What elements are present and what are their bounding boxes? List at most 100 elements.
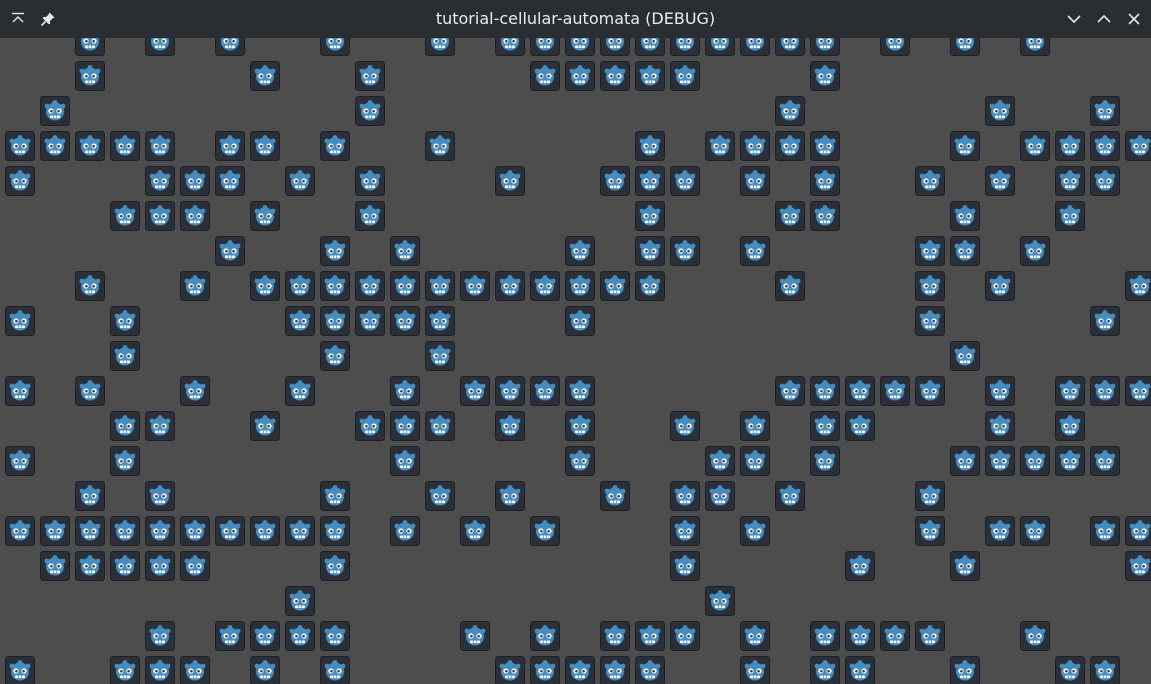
godot-logo-icon xyxy=(320,38,350,56)
godot-logo-icon xyxy=(775,131,805,161)
godot-logo-icon xyxy=(915,166,945,196)
godot-logo-icon xyxy=(670,411,700,441)
godot-logo-icon xyxy=(810,166,840,196)
godot-logo-icon xyxy=(285,271,315,301)
godot-logo-icon xyxy=(425,411,455,441)
godot-logo-icon xyxy=(565,446,595,476)
godot-logo-icon xyxy=(950,201,980,231)
godot-logo-icon xyxy=(705,446,735,476)
godot-logo-icon xyxy=(845,551,875,581)
chevron-down-icon xyxy=(1066,11,1082,27)
godot-logo-icon xyxy=(1090,446,1120,476)
godot-logo-icon xyxy=(495,166,525,196)
godot-logo-icon xyxy=(1125,271,1151,301)
godot-logo-icon xyxy=(600,271,630,301)
godot-logo-icon xyxy=(880,376,910,406)
godot-logo-icon xyxy=(810,38,840,56)
godot-logo-icon xyxy=(810,411,840,441)
godot-logo-icon xyxy=(950,446,980,476)
godot-logo-icon xyxy=(845,621,875,651)
godot-logo-icon xyxy=(915,516,945,546)
godot-logo-icon xyxy=(600,38,630,56)
godot-logo-icon xyxy=(565,656,595,684)
godot-logo-icon xyxy=(740,236,770,266)
godot-logo-icon xyxy=(425,306,455,336)
godot-logo-icon xyxy=(950,38,980,56)
godot-logo-icon xyxy=(600,481,630,511)
maximize-button[interactable] xyxy=(1089,4,1119,34)
godot-logo-icon xyxy=(635,38,665,56)
godot-logo-icon xyxy=(565,271,595,301)
godot-logo-icon xyxy=(530,656,560,684)
godot-logo-icon xyxy=(1090,131,1120,161)
godot-logo-icon xyxy=(75,481,105,511)
godot-logo-icon xyxy=(145,131,175,161)
godot-logo-icon xyxy=(1125,551,1151,581)
godot-logo-icon xyxy=(845,376,875,406)
godot-logo-icon xyxy=(915,306,945,336)
godot-logo-icon xyxy=(985,446,1015,476)
godot-logo-icon xyxy=(75,131,105,161)
godot-logo-icon xyxy=(1090,96,1120,126)
godot-logo-icon xyxy=(705,586,735,616)
godot-logo-icon xyxy=(565,411,595,441)
close-icon xyxy=(1126,11,1142,27)
godot-logo-icon xyxy=(110,131,140,161)
godot-logo-icon xyxy=(145,201,175,231)
godot-logo-icon xyxy=(110,516,140,546)
godot-logo-icon xyxy=(355,271,385,301)
godot-logo-icon xyxy=(705,481,735,511)
window-title: tutorial-cellular-automata (DEBUG) xyxy=(435,9,716,28)
godot-logo-icon xyxy=(670,166,700,196)
minimize-button[interactable] xyxy=(1059,4,1089,34)
close-button[interactable] xyxy=(1119,4,1149,34)
godot-logo-icon xyxy=(320,656,350,684)
godot-logo-icon xyxy=(670,236,700,266)
godot-logo-icon xyxy=(1055,656,1085,684)
godot-logo-icon xyxy=(460,621,490,651)
godot-logo-icon xyxy=(390,376,420,406)
godot-logo-icon xyxy=(915,236,945,266)
godot-logo-icon xyxy=(215,236,245,266)
godot-logo-icon xyxy=(530,271,560,301)
godot-logo-icon xyxy=(145,38,175,56)
godot-logo-icon xyxy=(810,376,840,406)
godot-logo-icon xyxy=(215,516,245,546)
godot-logo-icon xyxy=(180,271,210,301)
godot-logo-icon xyxy=(1055,131,1085,161)
godot-logo-icon xyxy=(285,166,315,196)
godot-logo-icon xyxy=(145,621,175,651)
godot-logo-icon xyxy=(250,621,280,651)
godot-logo-icon xyxy=(635,271,665,301)
godot-logo-icon xyxy=(775,271,805,301)
godot-logo-icon xyxy=(670,551,700,581)
window-titlebar[interactable]: tutorial-cellular-automata (DEBUG) xyxy=(0,0,1151,38)
godot-logo-icon xyxy=(810,131,840,161)
godot-logo-icon xyxy=(600,61,630,91)
godot-logo-icon xyxy=(810,621,840,651)
godot-logo-icon xyxy=(320,551,350,581)
godot-logo-icon xyxy=(950,551,980,581)
godot-logo-icon xyxy=(320,621,350,651)
godot-logo-icon xyxy=(285,621,315,651)
godot-logo-icon xyxy=(1055,376,1085,406)
godot-logo-icon xyxy=(740,166,770,196)
godot-logo-icon xyxy=(145,481,175,511)
godot-logo-icon xyxy=(145,166,175,196)
godot-logo-icon xyxy=(600,621,630,651)
godot-logo-icon xyxy=(390,411,420,441)
godot-logo-icon xyxy=(530,376,560,406)
godot-logo-icon xyxy=(180,551,210,581)
godot-logo-icon xyxy=(110,446,140,476)
godot-logo-icon xyxy=(775,376,805,406)
godot-logo-icon xyxy=(1055,411,1085,441)
godot-logo-icon xyxy=(355,96,385,126)
godot-logo-icon xyxy=(530,38,560,56)
godot-logo-icon xyxy=(215,166,245,196)
godot-logo-icon xyxy=(565,38,595,56)
godot-logo-icon xyxy=(75,516,105,546)
godot-logo-icon xyxy=(495,411,525,441)
godot-logo-icon xyxy=(250,61,280,91)
godot-logo-icon xyxy=(180,166,210,196)
godot-logo-icon xyxy=(250,271,280,301)
